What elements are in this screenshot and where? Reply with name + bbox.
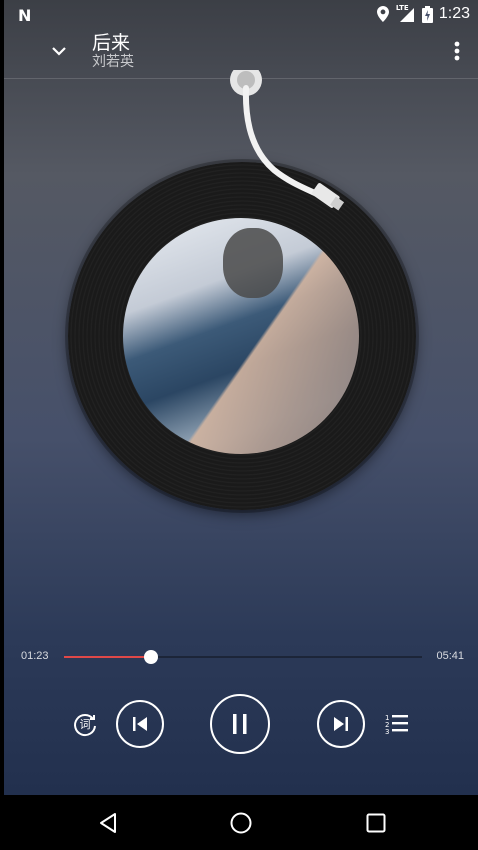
previous-button[interactable] [116,700,164,748]
seek-thumb[interactable] [143,650,158,664]
lyrics-label: 词 [79,718,91,731]
notification-icon: N [18,6,32,25]
song-artist: 刘若英 [92,54,134,70]
pause-icon [233,714,247,734]
tonearm-icon [230,70,345,211]
clock: 1:23 [438,5,470,22]
svg-text:3: 3 [385,728,389,735]
collapse-button[interactable] [44,36,74,66]
status-bar: N LTE 1:23 [4,0,478,28]
cover-figure [223,228,283,298]
nav-recents-button[interactable] [361,808,391,838]
more-vert-icon [454,41,460,61]
lte-signal-icon: LTE [396,4,416,22]
player-screen: N LTE 1:23 后来 刘若英 01:23 05:41 词 1 2 3 [4,0,478,795]
skip-previous-icon [133,717,147,731]
pause-button[interactable] [210,694,270,754]
location-icon [376,6,389,22]
playlist-icon: 1 2 3 [385,714,408,735]
chevron-down-icon [52,47,66,56]
progress-bar: 01:23 05:41 [4,648,478,668]
next-button[interactable] [317,700,365,748]
status-icons: LTE 1:23 [376,4,470,23]
battery-icon [421,5,433,23]
system-nav-bar [0,795,478,850]
more-options-button[interactable] [442,34,472,68]
playback-controls: 词 1 2 3 [4,690,478,760]
lyrics-button[interactable]: 词 [71,710,99,738]
playlist-button[interactable]: 1 2 3 [384,710,412,738]
current-time: 01:23 [21,650,49,662]
total-time: 05:41 [436,650,464,662]
seek-track[interactable] [64,650,422,664]
home-circle-icon [230,812,252,834]
back-triangle-icon [100,813,116,833]
skip-next-icon [334,717,348,731]
album-cover [123,218,359,454]
seek-progress-fill [64,656,151,658]
record-area [4,70,478,548]
recents-square-icon [366,813,386,833]
nav-back-button[interactable] [93,808,123,838]
nav-home-button[interactable] [226,808,256,838]
